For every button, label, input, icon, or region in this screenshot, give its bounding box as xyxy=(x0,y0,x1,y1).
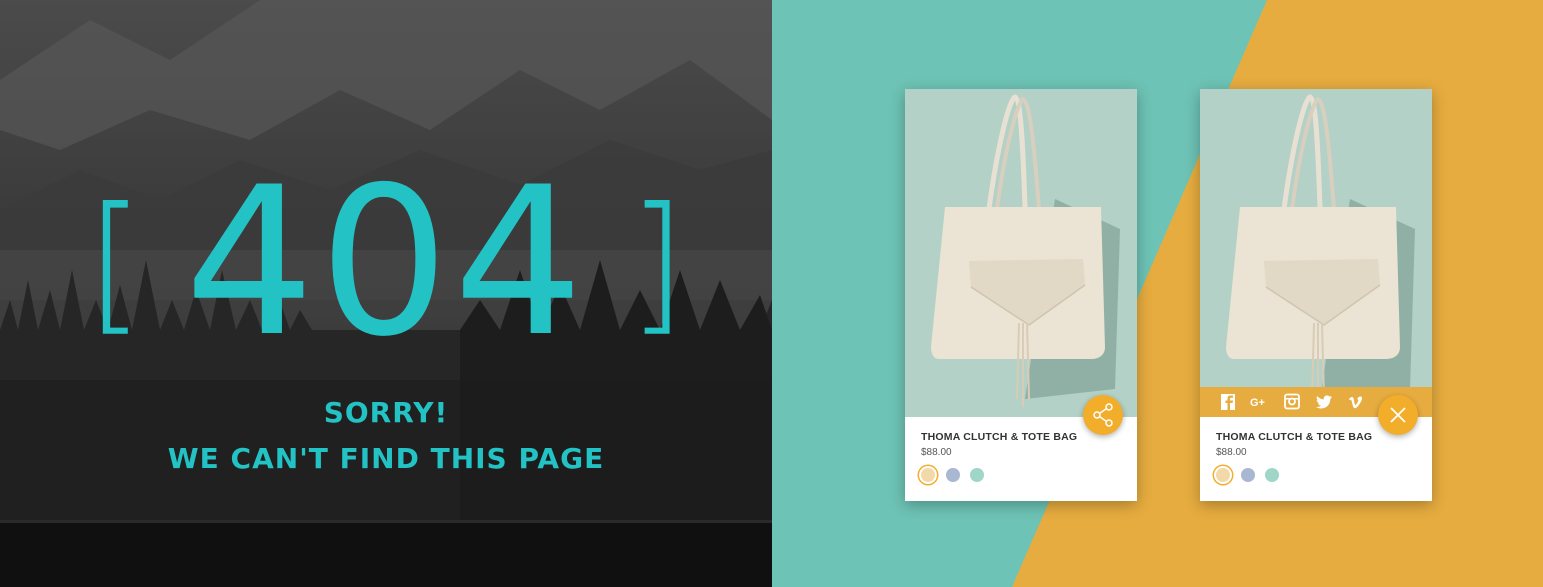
color-swatch-blue[interactable] xyxy=(946,468,960,482)
color-swatch-mint[interactable] xyxy=(970,468,984,482)
color-swatch-mint[interactable] xyxy=(1265,468,1279,482)
share-icon xyxy=(1093,403,1113,427)
product-card[interactable]: G+ THOMA CLUTCH & TOTE BAG $88.00 xyxy=(1200,89,1432,501)
error-code-digits: 404 xyxy=(184,144,588,382)
instagram-icon[interactable] xyxy=(1282,393,1302,411)
error-message-line1: SORRY! xyxy=(323,396,449,429)
close-icon xyxy=(1390,407,1406,423)
error-404-panel: [404] SORRY! WE CAN'T FIND THIS PAGE xyxy=(0,0,772,587)
vimeo-icon[interactable] xyxy=(1346,393,1366,411)
color-swatch-beige[interactable] xyxy=(1216,468,1230,482)
error-message-line2: WE CAN'T FIND THIS PAGE xyxy=(167,442,605,475)
bracket-left: [ xyxy=(85,176,145,350)
product-image[interactable] xyxy=(905,89,1137,417)
product-price: $88.00 xyxy=(1216,447,1247,458)
tote-bag-illustration xyxy=(1200,89,1432,417)
color-swatch-beige[interactable] xyxy=(921,468,935,482)
facebook-icon[interactable] xyxy=(1218,393,1238,411)
product-card[interactable]: THOMA CLUTCH & TOTE BAG $88.00 xyxy=(905,89,1137,501)
svg-text:G+: G+ xyxy=(1250,397,1265,409)
product-cards-panel: THOMA CLUTCH & TOTE BAG $88.00 G+ THOMA … xyxy=(772,0,1543,587)
product-name[interactable]: THOMA CLUTCH & TOTE BAG xyxy=(921,431,1077,443)
product-image[interactable] xyxy=(1200,89,1432,417)
close-button[interactable] xyxy=(1378,395,1418,435)
product-name[interactable]: THOMA CLUTCH & TOTE BAG xyxy=(1216,431,1372,443)
twitter-icon[interactable] xyxy=(1314,393,1334,411)
bracket-right: ] xyxy=(627,176,687,350)
error-code: [404] xyxy=(0,144,772,382)
share-button[interactable] xyxy=(1083,395,1123,435)
google-plus-icon[interactable]: G+ xyxy=(1250,393,1270,411)
color-swatch-blue[interactable] xyxy=(1241,468,1255,482)
product-price: $88.00 xyxy=(921,447,952,458)
tote-bag-illustration xyxy=(905,89,1137,417)
